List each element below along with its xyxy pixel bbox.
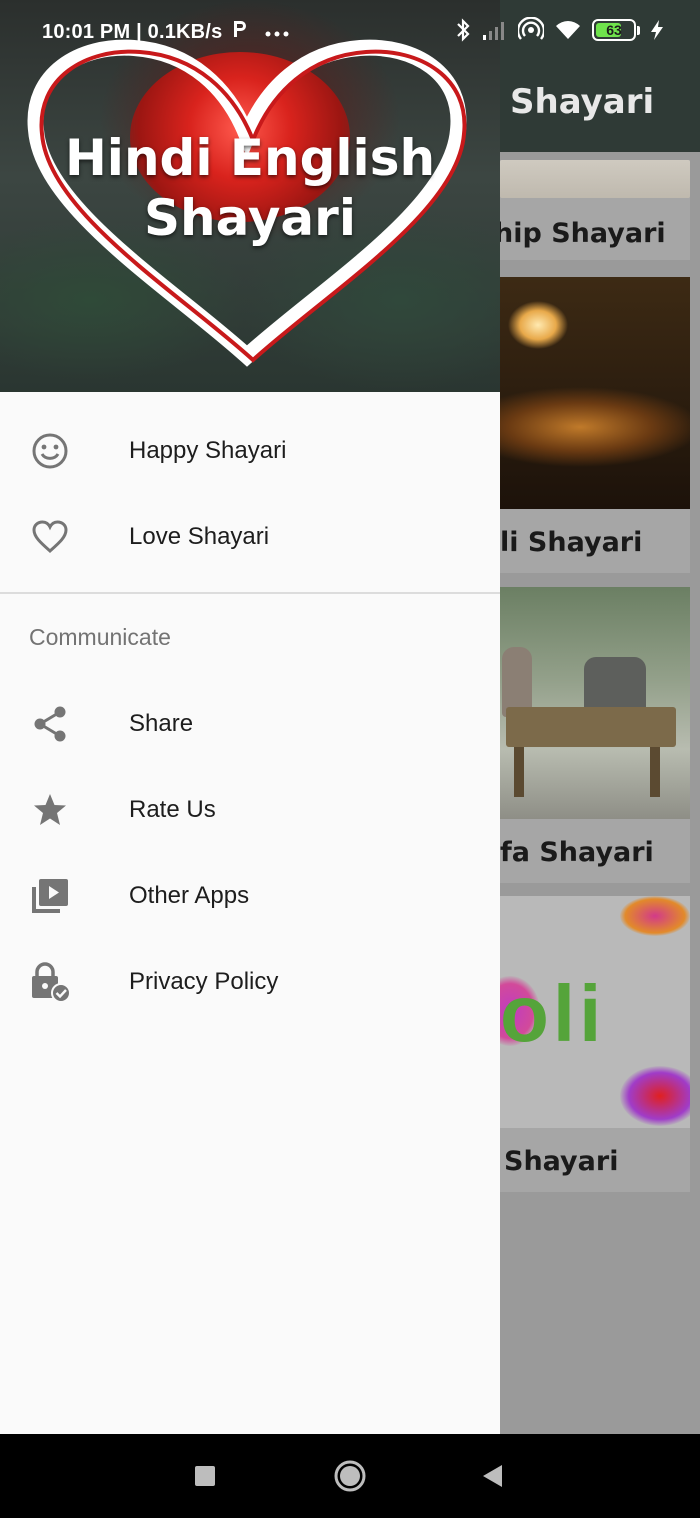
- back-button[interactable]: [473, 1456, 513, 1496]
- heart-icon: [29, 516, 71, 558]
- back-triangle-icon: [483, 1465, 502, 1487]
- menu-item-share[interactable]: Share: [0, 681, 500, 767]
- cell-signal-icon: [482, 19, 508, 41]
- navigation-drawer: Hindi English Shayari Happy Shayari Love…: [0, 0, 500, 1434]
- hotspot-icon: [518, 17, 544, 43]
- charging-icon: [650, 19, 664, 41]
- star-icon: [29, 789, 71, 831]
- wifi-icon: [554, 19, 582, 41]
- status-bar: 10:01 PM | 0.1KB/s 63: [0, 0, 700, 64]
- lock-check-icon: [29, 961, 71, 1003]
- status-icons: 63: [454, 17, 664, 43]
- status-time-speed: 10:01 PM | 0.1KB/s: [42, 20, 290, 44]
- menu-item-label: Privacy Policy: [129, 968, 279, 995]
- battery-icon: 63: [592, 19, 640, 41]
- more-notifications-icon: [264, 21, 290, 43]
- bluetooth-icon: [454, 18, 472, 42]
- menu-item-rate-us[interactable]: Rate Us: [0, 767, 500, 853]
- menu-item-label: Happy Shayari: [129, 437, 287, 464]
- menu-item-other-apps[interactable]: Other Apps: [0, 853, 500, 939]
- drawer-divider: [0, 592, 500, 594]
- video-library-icon: [29, 875, 71, 917]
- menu-item-privacy-policy[interactable]: Privacy Policy: [0, 939, 500, 1025]
- home-button[interactable]: [330, 1456, 370, 1496]
- menu-item-label: Rate Us: [129, 796, 216, 823]
- share-icon: [29, 703, 71, 745]
- menu-item-label: Other Apps: [129, 882, 250, 909]
- menu-item-label: Love Shayari: [129, 523, 270, 550]
- p-notification-icon: [232, 21, 254, 43]
- smiley-icon: [29, 430, 71, 472]
- square-icon: [195, 1466, 215, 1486]
- circle-icon: [334, 1460, 366, 1492]
- menu-item-happy-shayari[interactable]: Happy Shayari: [0, 408, 500, 494]
- recents-button[interactable]: [185, 1456, 225, 1496]
- menu-item-love-shayari[interactable]: Love Shayari: [0, 494, 500, 580]
- system-nav-bar: [0, 1434, 700, 1518]
- drawer-header-title: Hindi English Shayari: [64, 129, 436, 247]
- menu-item-label: Share: [129, 710, 194, 737]
- section-header-communicate: Communicate: [29, 624, 171, 650]
